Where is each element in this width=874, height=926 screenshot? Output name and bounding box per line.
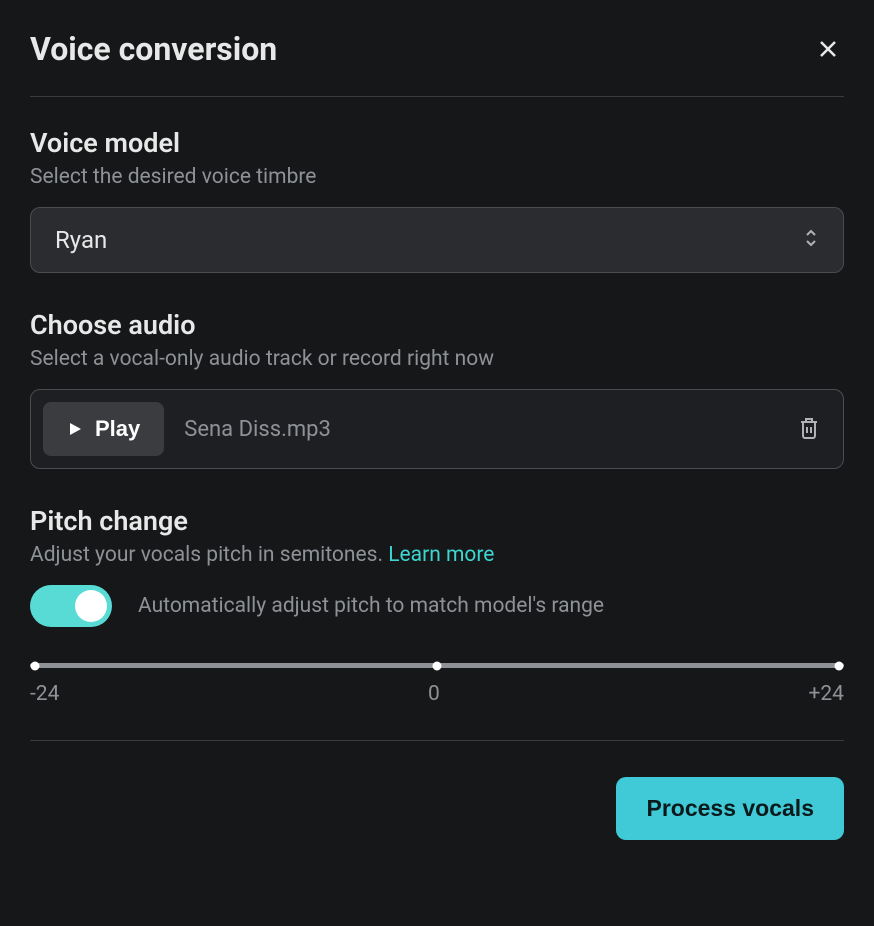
- audio-filename: Sena Diss.mp3: [184, 417, 773, 442]
- pitch-slider-wrap: -24 0 +24: [30, 663, 844, 741]
- pitch-title: Pitch change: [30, 505, 844, 537]
- slider-tick-min: [31, 661, 40, 670]
- voice-model-value: Ryan: [55, 226, 107, 254]
- play-label: Play: [95, 416, 140, 442]
- dialog-title: Voice conversion: [30, 30, 277, 68]
- learn-more-link[interactable]: Learn more: [388, 543, 494, 567]
- close-button[interactable]: [812, 33, 844, 65]
- voice-model-title: Voice model: [30, 127, 844, 159]
- trash-icon: [797, 416, 821, 440]
- delete-audio-button[interactable]: [793, 412, 825, 447]
- pitch-desc-text: Adjust your vocals pitch in semitones.: [30, 543, 388, 567]
- pitch-desc: Adjust your vocals pitch in semitones. L…: [30, 543, 844, 567]
- auto-pitch-toggle[interactable]: [30, 585, 112, 627]
- slider-min-label: -24: [30, 682, 59, 706]
- choose-audio-desc: Select a vocal-only audio track or recor…: [30, 347, 844, 371]
- dialog-footer: Process vocals: [30, 777, 844, 840]
- close-icon: [816, 37, 840, 61]
- play-icon: [67, 421, 83, 437]
- chevron-up-down-icon: [803, 228, 819, 252]
- play-button[interactable]: Play: [43, 402, 164, 456]
- pitch-change-section: Pitch change Adjust your vocals pitch in…: [30, 505, 844, 741]
- slider-max-label: +24: [808, 682, 844, 706]
- process-vocals-button[interactable]: Process vocals: [616, 777, 844, 840]
- slider-tick-max: [835, 661, 844, 670]
- voice-model-desc: Select the desired voice timbre: [30, 165, 844, 189]
- pitch-slider[interactable]: [30, 663, 844, 668]
- auto-pitch-row: Automatically adjust pitch to match mode…: [30, 585, 844, 627]
- auto-pitch-label: Automatically adjust pitch to match mode…: [138, 594, 604, 618]
- audio-file-box: Play Sena Diss.mp3: [30, 389, 844, 469]
- voice-model-select[interactable]: Ryan: [30, 207, 844, 273]
- slider-mid-label: 0: [428, 682, 440, 706]
- slider-tick-mid: [433, 661, 442, 670]
- slider-labels: -24 0 +24: [30, 682, 844, 706]
- choose-audio-section: Choose audio Select a vocal-only audio t…: [30, 309, 844, 469]
- toggle-knob: [75, 590, 107, 622]
- choose-audio-title: Choose audio: [30, 309, 844, 341]
- voice-model-section: Voice model Select the desired voice tim…: [30, 127, 844, 273]
- dialog-header: Voice conversion: [30, 30, 844, 97]
